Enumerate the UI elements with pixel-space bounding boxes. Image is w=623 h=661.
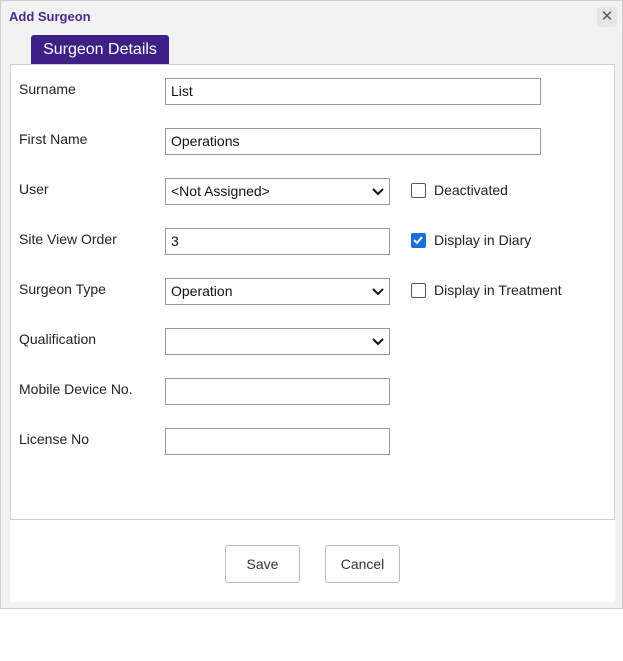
chevron-down-icon	[372, 188, 384, 196]
mobile-device-no-label: Mobile Device No.	[19, 381, 133, 397]
user-label: User	[19, 181, 49, 197]
close-icon: ✕	[600, 8, 614, 25]
user-select[interactable]: <Not Assigned>	[165, 178, 390, 205]
dialog-title: Add Surgeon	[9, 9, 91, 24]
qualification-select[interactable]	[165, 328, 390, 355]
title-bar: Add Surgeon ✕	[1, 1, 622, 33]
surname-input[interactable]: List	[165, 78, 541, 105]
mobile-device-no-input[interactable]	[165, 378, 390, 405]
surgeon-type-select[interactable]: Operation	[165, 278, 390, 305]
chevron-down-icon	[372, 338, 384, 346]
close-button[interactable]: ✕	[597, 7, 617, 27]
surgeon-type-select-value: Operation	[171, 283, 233, 299]
add-surgeon-dialog: Add Surgeon ✕ Surgeon Details Surname Li…	[0, 0, 623, 609]
deactivated-label: Deactivated	[434, 182, 508, 198]
surname-label: Surname	[19, 81, 76, 97]
site-view-order-label: Site View Order	[19, 231, 117, 247]
user-select-value: <Not Assigned>	[171, 183, 270, 199]
first-name-label: First Name	[19, 131, 88, 147]
chevron-down-icon	[372, 288, 384, 296]
site-view-order-input[interactable]: 3	[165, 228, 390, 255]
checkmark-icon	[413, 236, 423, 245]
tab-surgeon-details[interactable]: Surgeon Details	[31, 35, 169, 65]
surgeon-type-label: Surgeon Type	[19, 281, 106, 297]
dialog-footer	[10, 520, 615, 602]
save-button[interactable]: Save	[225, 545, 300, 583]
display-in-treatment-checkbox[interactable]	[411, 283, 426, 298]
display-in-treatment-label: Display in Treatment	[434, 282, 562, 298]
first-name-input[interactable]: Operations	[165, 128, 541, 155]
display-in-diary-checkbox[interactable]	[411, 233, 426, 248]
license-no-input[interactable]	[165, 428, 390, 455]
license-no-label: License No	[19, 431, 90, 447]
display-in-diary-label: Display in Diary	[434, 232, 532, 248]
qualification-label: Qualification	[19, 331, 97, 347]
deactivated-checkbox[interactable]	[411, 183, 426, 198]
cancel-button[interactable]: Cancel	[325, 545, 400, 583]
